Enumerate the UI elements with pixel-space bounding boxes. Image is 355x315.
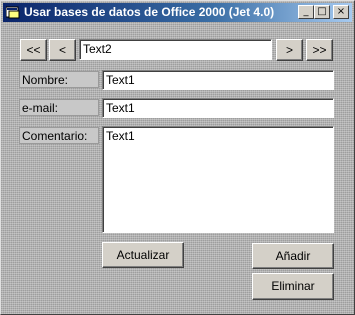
comentario-label: Comentario: bbox=[19, 127, 99, 144]
close-button[interactable]: × bbox=[333, 5, 349, 19]
minimize-icon: _ bbox=[303, 6, 309, 17]
title-bar[interactable]: Usar bases de datos de Office 2000 (Jet … bbox=[3, 3, 352, 22]
minimize-button[interactable]: _ bbox=[298, 5, 314, 19]
close-icon: × bbox=[336, 6, 346, 17]
email-label: e-mail: bbox=[19, 99, 99, 116]
maximize-icon: □ bbox=[317, 6, 327, 17]
app-window: Usar bases de datos de Office 2000 (Jet … bbox=[0, 0, 355, 315]
email-field[interactable]: Text1 bbox=[102, 98, 334, 118]
eliminar-button[interactable]: Eliminar bbox=[252, 273, 334, 300]
last-icon: >> bbox=[312, 43, 327, 57]
next-icon: > bbox=[285, 43, 293, 57]
last-record-button[interactable]: >> bbox=[306, 39, 333, 61]
maximize-button[interactable]: □ bbox=[314, 5, 330, 19]
nombre-field[interactable]: Text1 bbox=[102, 70, 334, 90]
actualizar-button[interactable]: Actualizar bbox=[102, 242, 184, 268]
first-icon: << bbox=[26, 43, 41, 57]
prev-record-button[interactable]: < bbox=[49, 39, 76, 61]
anadir-button[interactable]: Añadir bbox=[252, 243, 334, 269]
nombre-label: Nombre: bbox=[19, 71, 99, 88]
record-field[interactable]: Text2 bbox=[79, 39, 272, 60]
window-title: Usar bases de datos de Office 2000 (Jet … bbox=[24, 5, 275, 19]
first-record-button[interactable]: << bbox=[20, 39, 47, 61]
next-record-button[interactable]: > bbox=[276, 39, 303, 61]
comentario-field[interactable]: Text1 bbox=[102, 126, 334, 233]
prev-icon: < bbox=[58, 43, 66, 57]
app-icon bbox=[6, 6, 20, 19]
